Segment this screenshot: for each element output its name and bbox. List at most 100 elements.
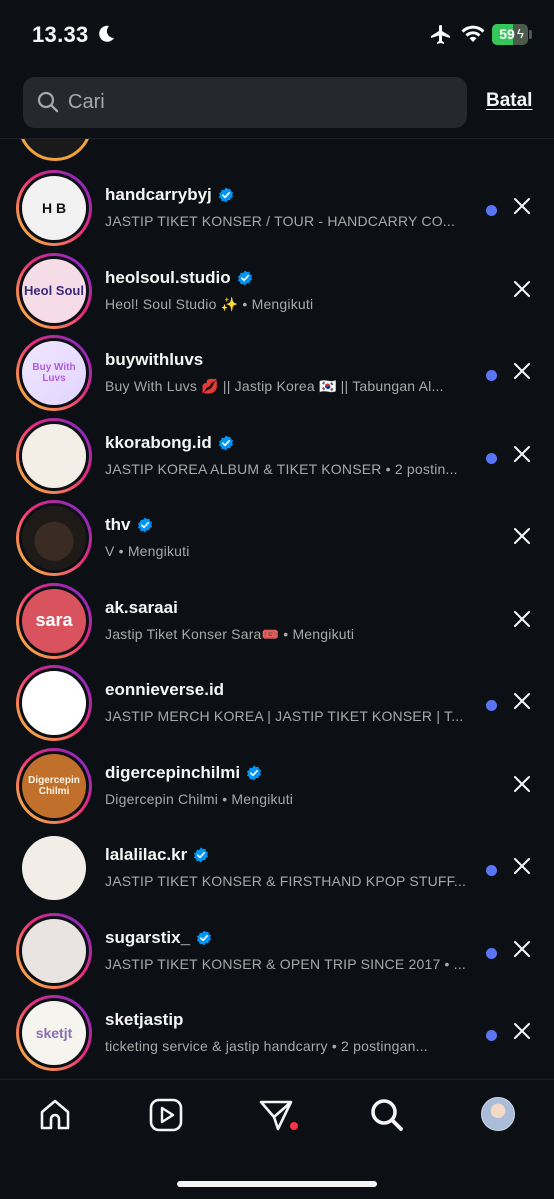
username: sketjastip xyxy=(105,1010,184,1029)
result-subtitle: Jastip Tiket Konser Sara🎟️ • Mengikuti xyxy=(105,625,355,642)
remove-result-close-icon[interactable] xyxy=(512,361,532,381)
status-bar: 13.33 59 ϟ xyxy=(0,0,554,70)
avatar-frame xyxy=(19,833,89,903)
avatar-ring[interactable] xyxy=(16,500,92,576)
search-result-row[interactable]: Digercepin Chilmi digercepinchilmi Digerce… xyxy=(0,745,554,827)
unread-dot xyxy=(486,947,497,959)
result-subtitle: JASTIP MERCH KOREA | JASTIP TIKET KONSER… xyxy=(105,708,464,724)
search-result-row[interactable]: lalalilac.kr JASTIP TIKET KONSER & FIRSTH… xyxy=(0,827,554,909)
avatar xyxy=(22,423,86,488)
avatar-ring[interactable]: Digercepin Chilmi xyxy=(16,747,92,824)
search-result-row[interactable]: kkorabong.id JASTIP KOREA ALBUM & TIKET K… xyxy=(0,415,554,497)
notification-dot xyxy=(290,1122,298,1130)
remove-result-close-icon[interactable] xyxy=(512,526,532,546)
unread-dot xyxy=(486,865,497,876)
search-result-row[interactable]: thv V • Mengikuti xyxy=(0,497,554,579)
airplane-icon xyxy=(431,25,450,44)
username-line: handcarrybyj xyxy=(105,183,234,207)
search-result-row[interactable]: sketjt sketjastip ticketing service & jast… xyxy=(0,992,554,1074)
moon-icon xyxy=(99,25,114,42)
battery-tip xyxy=(529,30,532,39)
reels-icon[interactable] xyxy=(148,1097,184,1133)
remove-result-close-icon[interactable] xyxy=(512,1021,532,1041)
partial-avatar[interactable] xyxy=(18,139,92,161)
search-input[interactable] xyxy=(68,77,448,128)
unread-dot xyxy=(486,205,497,216)
avatar: Digercepin Chilmi xyxy=(22,753,86,818)
cancel-button[interactable]: Batal xyxy=(486,90,532,112)
username-line: eonnieverse.id xyxy=(105,678,224,702)
avatar-logo-text: Heol Soul xyxy=(24,283,84,298)
avatar-logo-text: H B xyxy=(41,200,67,216)
result-subtitle: Buy With Luvs 💋 || Jastip Korea 🇰🇷 || Ta… xyxy=(105,378,444,394)
avatar-frame: sara xyxy=(19,585,89,656)
avatar-logo-text: sara xyxy=(35,610,73,630)
remove-result-close-icon[interactable] xyxy=(512,444,532,464)
search-result-row[interactable]: H B handcarrybyj JASTIP TIKET KONSER / TOU… xyxy=(0,167,554,249)
username: ak.saraai xyxy=(105,597,178,617)
avatar: H B xyxy=(22,176,86,240)
remove-result-close-icon[interactable] xyxy=(512,856,532,876)
avatar xyxy=(22,671,86,735)
avatar-logo-text: sketjt xyxy=(35,1025,73,1041)
avatar-logo-text: Buy With Luvs xyxy=(32,362,76,384)
avatar-ring[interactable] xyxy=(16,665,92,741)
avatar-ring[interactable]: Heol Soul xyxy=(16,252,92,329)
search-result-row[interactable]: sugarstix_ JASTIP TIKET KONSER & OPEN TRI… xyxy=(0,910,554,992)
username-line: sugarstix_ xyxy=(105,926,212,950)
remove-result-close-icon[interactable] xyxy=(512,939,532,959)
username: eonnieverse.id xyxy=(105,680,225,699)
username: handcarrybyj xyxy=(105,185,212,204)
avatar-frame: H B xyxy=(19,173,89,243)
avatar-ring[interactable] xyxy=(16,417,92,494)
avatar-ring[interactable]: H B xyxy=(16,170,92,246)
avatar xyxy=(22,836,86,900)
home-icon[interactable] xyxy=(37,1097,73,1133)
avatar-logo-text: Digercepin Chilmi xyxy=(28,774,80,797)
search-nav-icon[interactable] xyxy=(369,1097,405,1133)
username-line: heolsoul.studio xyxy=(105,266,253,290)
avatar-frame: Digercepin Chilmi xyxy=(19,750,89,821)
profile-avatar[interactable] xyxy=(481,1097,515,1131)
verified-badge-icon xyxy=(137,517,152,533)
username: kkorabong.id xyxy=(105,432,212,452)
search-result-row[interactable]: sara ak.saraai Jastip Tiket Konser Sara🎟️ … xyxy=(0,580,554,662)
bolt-icon: ϟ xyxy=(517,26,524,41)
remove-result-close-icon[interactable] xyxy=(512,691,532,711)
avatar-frame xyxy=(19,503,89,573)
result-subtitle: JASTIP KOREA ALBUM & TIKET KONSER • 2 po… xyxy=(105,460,458,477)
verified-badge-icon xyxy=(247,765,262,780)
avatar: sketjt xyxy=(22,1001,86,1065)
avatar-ring[interactable]: Buy With Luvs xyxy=(16,335,92,411)
avatar-ring[interactable] xyxy=(16,912,92,989)
messages-icon[interactable] xyxy=(258,1097,294,1133)
home-indicator xyxy=(177,1181,377,1187)
avatar-ring[interactable]: sketjt xyxy=(16,995,92,1071)
wifi-icon xyxy=(461,25,485,42)
unread-dot xyxy=(486,452,497,464)
remove-result-close-icon[interactable] xyxy=(512,279,532,299)
avatar-frame xyxy=(19,915,89,986)
search-results-list[interactable]: H B handcarrybyj JASTIP TIKET KONSER / TOU… xyxy=(0,139,554,1079)
remove-result-close-icon[interactable] xyxy=(512,196,532,216)
avatar-ring[interactable]: sara xyxy=(16,582,92,659)
avatar-frame xyxy=(19,668,89,738)
result-subtitle: V • Mengikuti xyxy=(105,543,190,559)
search-result-row[interactable]: eonnieverse.id JASTIP MERCH KOREA | JASTI… xyxy=(0,662,554,744)
search-bar[interactable] xyxy=(23,77,467,128)
remove-result-close-icon[interactable] xyxy=(512,609,532,629)
avatar-ring[interactable] xyxy=(16,830,92,906)
remove-result-close-icon[interactable] xyxy=(512,774,532,794)
username: heolsoul.studio xyxy=(105,267,231,287)
username-line: ak.saraai xyxy=(105,596,178,620)
avatar: Buy With Luvs xyxy=(22,341,86,405)
avatar: Heol Soul xyxy=(22,258,86,323)
search-result-row[interactable]: Buy With Luvs buywithluvs Buy With Luvs 💋 … xyxy=(0,332,554,414)
username-line: lalalilac.kr xyxy=(105,843,209,867)
search-result-row[interactable]: Heol Soul heolsoul.studio Heol! Soul Studi… xyxy=(0,250,554,332)
result-subtitle: Digercepin Chilmi • Mengikuti xyxy=(105,790,294,807)
verified-badge-icon xyxy=(237,270,252,285)
verified-badge-icon xyxy=(218,187,233,203)
username-line: buywithluvs xyxy=(105,348,203,372)
unread-dot xyxy=(486,700,497,711)
